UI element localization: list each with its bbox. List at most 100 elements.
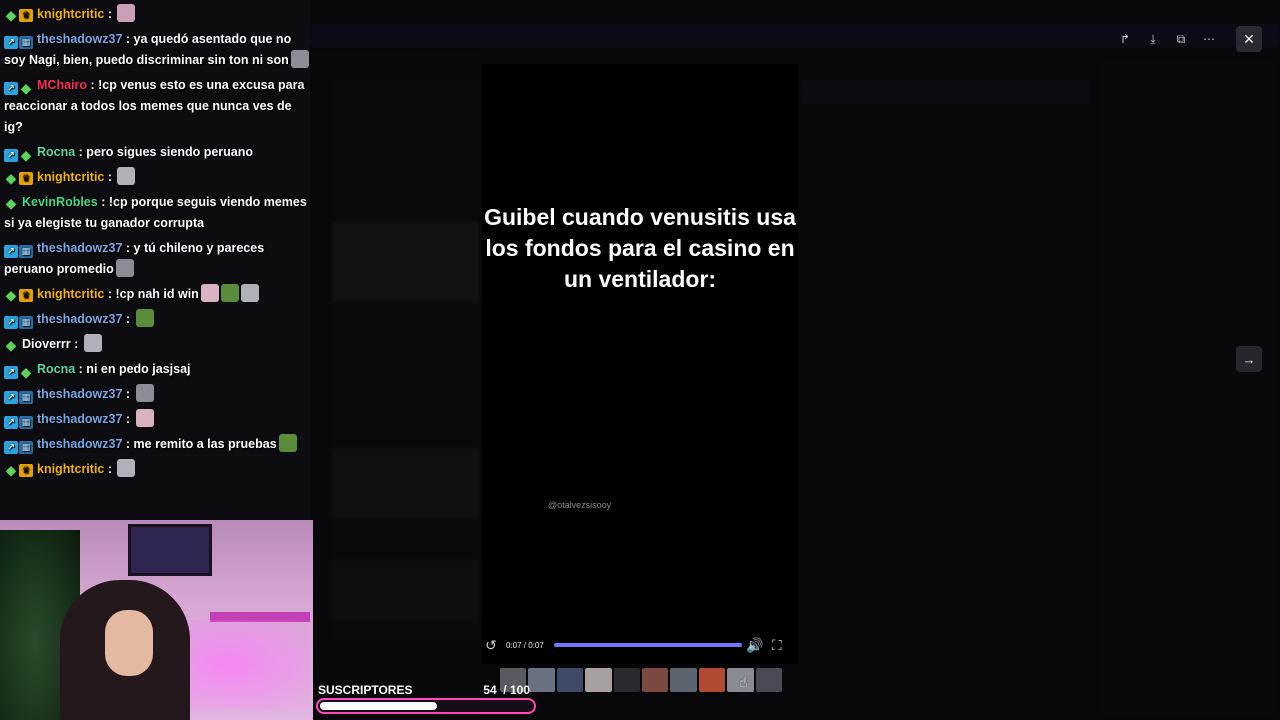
webcam-wall-painting	[128, 524, 212, 576]
viewer-toolbar: ↱ ⤓ ⧉ ⋯	[1114, 28, 1220, 50]
chat-message: ◆ ♛ knightcritic :	[4, 459, 312, 480]
download-icon[interactable]: ⤓	[1142, 28, 1164, 50]
chat-text: :	[122, 412, 134, 426]
video-thumbnail[interactable]	[613, 668, 641, 692]
vip-badge-icon: ◆	[5, 195, 17, 211]
chat-username[interactable]: Rocna	[37, 145, 75, 159]
prime-badge-icon: ↗	[4, 82, 18, 95]
video-caption: Guibel cuando venusitis usa los fondos p…	[484, 204, 796, 292]
chat-emote-icon	[117, 4, 136, 22]
next-button[interactable]: →	[1236, 346, 1262, 372]
chat-badges: ↗ ◆	[4, 81, 33, 95]
chat-emote-icon	[200, 284, 219, 302]
chat-emote-icon	[117, 459, 136, 477]
seek-bar[interactable]	[553, 643, 742, 647]
video-controls: ↺ 0:07 / 0:07 🔊 ⛶	[482, 634, 798, 656]
close-button[interactable]: ✕	[1236, 26, 1262, 52]
chat-username[interactable]: theshadowz37	[37, 437, 122, 451]
subscriber-goal-bar	[316, 698, 536, 714]
chat-username[interactable]: theshadowz37	[37, 32, 122, 46]
chat-username[interactable]: knightcritic	[37, 7, 104, 21]
chat-text: :	[122, 387, 134, 401]
chat-emote-icon	[135, 309, 154, 327]
vip-badge-icon: ◆	[20, 364, 32, 380]
chat-badges: ↗ ▦	[4, 391, 33, 404]
subscriber-goal-count: 54 / 100	[483, 683, 530, 697]
chat-badges: ↗ ▦	[4, 36, 33, 49]
video-thumbnail[interactable]	[755, 668, 783, 692]
chat-text: :	[104, 462, 116, 476]
chat-overlay: ◆ ♛ knightcritic : ↗ ▦ theshadowz37 : ya que…	[0, 0, 312, 520]
prime-badge-icon: ↗	[4, 316, 18, 329]
replay-icon[interactable]: ↺	[482, 636, 500, 654]
subscriber-goal-fill	[320, 702, 437, 710]
chat-text: : pero sigues siendo peruano	[75, 145, 254, 159]
video-watermark: @otalvezsisooy	[548, 500, 612, 510]
chat-badges: ↗ ◆	[4, 148, 33, 162]
chat-username[interactable]: knightcritic	[37, 287, 104, 301]
video-thumbnail[interactable]	[556, 668, 584, 692]
chat-text: : !cp nah id win	[104, 287, 199, 301]
crown-badge-icon: ♛	[19, 464, 33, 477]
chat-badges: ◆	[4, 337, 18, 353]
chat-emote-icon	[240, 284, 259, 302]
chat-username[interactable]: theshadowz37	[37, 387, 122, 401]
chat-emote-icon	[135, 384, 154, 402]
sub-badge-icon: ▦	[19, 441, 33, 454]
chat-username[interactable]: KevinRobles	[22, 195, 98, 209]
chat-username[interactable]: theshadowz37	[37, 241, 122, 255]
fullscreen-icon[interactable]: ⛶	[768, 636, 786, 654]
chat-username[interactable]: Dioverrr	[22, 337, 71, 351]
prime-badge-icon: ↗	[4, 36, 18, 49]
chat-emote-icon	[220, 284, 239, 302]
stream-screen: ↱ ⤓ ⧉ ⋯ ✕ → Guibel cuando venusitis usa …	[0, 0, 1280, 720]
chat-username[interactable]: theshadowz37	[37, 312, 122, 326]
chat-badges: ↗ ▦	[4, 441, 33, 454]
webcam-feed	[0, 520, 313, 720]
subscriber-goal-label: SUSCRIPTORES	[318, 683, 413, 697]
chat-username[interactable]: knightcritic	[37, 462, 104, 476]
chat-message: ◆ ♛ knightcritic :	[4, 167, 312, 188]
chat-username[interactable]: Rocna	[37, 362, 75, 376]
chat-emote-icon	[278, 434, 297, 452]
chat-badges: ◆ ♛	[4, 8, 33, 22]
chat-message: ↗ ▦ theshadowz37 :	[4, 384, 312, 405]
chat-badges: ◆ ♛	[4, 288, 33, 302]
chat-message: ↗ ◆ MChairo : !cp venus esto es una excusa…	[4, 75, 312, 138]
chat-username[interactable]: knightcritic	[37, 170, 104, 184]
chat-badges: ↗ ▦	[4, 245, 33, 258]
chat-text: :	[122, 312, 134, 326]
vip-badge-icon: ◆	[5, 462, 17, 478]
chat-emote-icon	[117, 167, 136, 185]
chat-message: ◆ ♛ knightcritic :	[4, 4, 312, 25]
vip-badge-icon: ◆	[5, 337, 17, 353]
prime-badge-icon: ↗	[4, 441, 18, 454]
video-thumbnail[interactable]	[670, 668, 697, 692]
chat-badges: ↗ ▦	[4, 416, 33, 429]
crown-badge-icon: ♛	[19, 172, 33, 185]
prime-badge-icon: ↗	[4, 245, 18, 258]
chat-username[interactable]: theshadowz37	[37, 412, 122, 426]
video-thumbnail[interactable]	[585, 668, 612, 692]
sub-badge-icon: ▦	[19, 36, 33, 49]
subscriber-goal: SUSCRIPTORES 54 / 100	[314, 680, 538, 720]
more-icon[interactable]: ⋯	[1198, 28, 1220, 50]
volume-icon[interactable]: 🔊	[746, 636, 764, 654]
chat-badges: ◆ ♛	[4, 171, 33, 185]
sub-badge-icon: ▦	[19, 316, 33, 329]
video-thumbnail[interactable]	[642, 668, 669, 692]
video-player[interactable]: Guibel cuando venusitis usa los fondos p…	[482, 64, 798, 664]
prime-badge-icon: ↗	[4, 149, 18, 162]
sub-badge-icon: ▦	[19, 391, 33, 404]
chat-message: ◆ Dioverrr :	[4, 334, 312, 355]
open-external-icon[interactable]: ⧉	[1170, 28, 1192, 50]
share-icon[interactable]: ↱	[1114, 28, 1136, 50]
video-thumbnail[interactable]	[698, 668, 726, 692]
chat-text: : ni en pedo jasjsaj	[75, 362, 191, 376]
chat-message: ◆ ♛ knightcritic : !cp nah id win	[4, 284, 312, 305]
sub-badge-icon: ▦	[19, 416, 33, 429]
sub-badge-icon: ▦	[19, 245, 33, 258]
prime-badge-icon: ↗	[4, 391, 18, 404]
chat-message: ↗ ▦ theshadowz37 : me remito a las pruebas	[4, 434, 312, 455]
chat-username[interactable]: MChairo	[37, 78, 87, 92]
